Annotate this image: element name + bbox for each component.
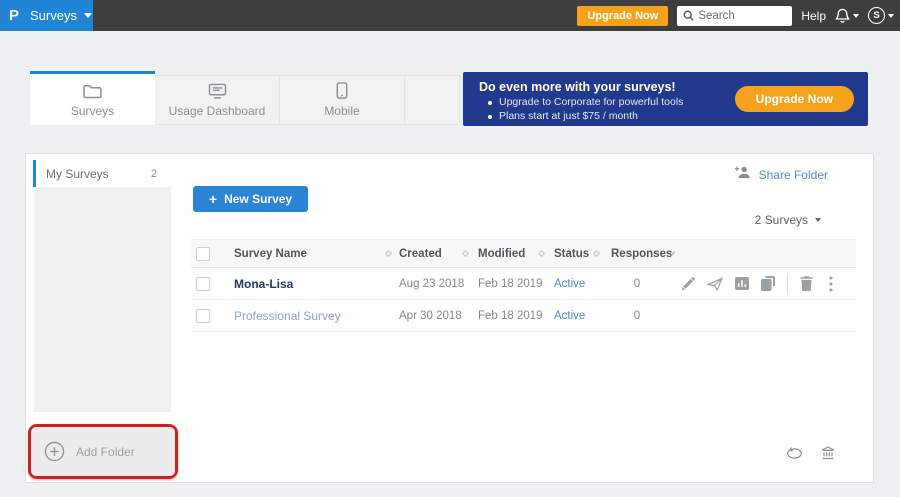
table-header-row: Survey Name Created Modified Status Resp… (191, 239, 856, 268)
archive-bank-icon[interactable] (821, 446, 835, 460)
folder-icon (83, 82, 102, 99)
new-survey-label: New Survey (224, 192, 292, 206)
chevron-down-icon (815, 218, 821, 222)
send-plane-icon[interactable] (707, 277, 723, 291)
upgrade-now-button[interactable]: Upgrade Now (577, 6, 668, 26)
annotation-highlight: Add Folder (28, 424, 178, 479)
table-row: Professional Survey Apr 30 2018 Feb 18 2… (191, 300, 856, 332)
copy-icon[interactable] (761, 276, 775, 291)
survey-name-link[interactable]: Mona-Lisa (234, 277, 293, 291)
tab-surveys[interactable]: Surveys (30, 71, 155, 125)
surveys-card: My Surveys 2 Add Folder Share Folder + N… (25, 153, 874, 483)
plus-icon: + (209, 191, 217, 207)
account-menu[interactable]: S (868, 7, 894, 24)
select-all-checkbox[interactable] (196, 247, 210, 261)
created-date: Apr 30 2018 (399, 310, 462, 322)
folder-count-badge: 2 (151, 168, 157, 180)
status-link[interactable]: Active (554, 278, 585, 290)
tab-strip: Surveys Usage Dashboard Mobile (30, 71, 460, 125)
person-plus-icon (734, 165, 751, 184)
notifications-menu[interactable] (835, 8, 859, 24)
responses-count: 0 (634, 310, 640, 322)
table-row: Mona-Lisa Aug 23 2018 Feb 18 2019 Active… (191, 268, 856, 300)
folder-list-panel (34, 187, 171, 412)
share-folder-label: Share Folder (759, 168, 828, 182)
sidebar-item-my-surveys[interactable]: My Surveys 2 (33, 160, 171, 187)
edit-pencil-icon[interactable] (681, 277, 695, 291)
promo-upgrade-button[interactable]: Upgrade Now (735, 86, 854, 112)
add-folder-button[interactable]: Add Folder (31, 427, 175, 476)
survey-name-link[interactable]: Professional Survey (234, 309, 341, 323)
folder-name: My Surveys (46, 167, 109, 181)
column-header-responses: Responses (611, 248, 672, 260)
surveys-table: Survey Name Created Modified Status Resp… (191, 239, 856, 332)
survey-count-label: 2 Surveys (755, 213, 808, 227)
sort-icon[interactable] (385, 250, 392, 257)
delete-trash-icon[interactable] (800, 276, 813, 291)
tab-label: Surveys (71, 104, 114, 118)
card-footer-icons (786, 446, 835, 460)
status-link[interactable]: Active (554, 310, 585, 322)
sort-icon[interactable] (593, 250, 600, 257)
actions-divider (787, 274, 788, 294)
column-header-status: Status (554, 248, 589, 260)
tab-strip-filler (405, 75, 460, 125)
chevron-down-icon (853, 14, 859, 18)
mobile-icon (336, 82, 348, 99)
product-menu-label: Surveys (30, 8, 77, 23)
column-header-modified: Modified (478, 248, 525, 260)
restore-icon[interactable] (786, 447, 804, 460)
plus-circle-icon (44, 441, 65, 462)
sort-icon[interactable] (671, 251, 676, 256)
brand-logo: P (9, 7, 19, 24)
avatar: S (868, 7, 885, 24)
tab-mobile[interactable]: Mobile (280, 75, 405, 125)
chevron-down-icon (888, 14, 894, 18)
survey-count-dropdown[interactable]: 2 Surveys (755, 213, 821, 227)
bell-icon (835, 8, 850, 24)
add-folder-label: Add Folder (76, 445, 135, 459)
help-link[interactable]: Help (801, 9, 826, 23)
top-bar: P Surveys Upgrade Now Help S (0, 0, 900, 31)
search-icon (683, 10, 694, 21)
row-checkbox[interactable] (196, 277, 210, 291)
column-header-created: Created (399, 248, 442, 260)
tab-label: Mobile (324, 104, 359, 118)
app-screen: P Surveys Upgrade Now Help S (0, 0, 900, 497)
tab-usage-dashboard[interactable]: Usage Dashboard (155, 75, 280, 125)
sort-icon[interactable] (538, 250, 545, 257)
row-checkbox[interactable] (196, 309, 210, 323)
share-folder-link[interactable]: Share Folder (734, 165, 828, 184)
tab-label: Usage Dashboard (169, 104, 266, 118)
column-header-survey-name: Survey Name (234, 248, 307, 260)
responses-count: 0 (634, 278, 640, 290)
product-menu[interactable]: P Surveys (0, 0, 93, 31)
more-options-kebab-icon[interactable] (829, 276, 833, 292)
created-date: Aug 23 2018 (399, 278, 464, 290)
search-input[interactable] (698, 10, 783, 22)
new-survey-button[interactable]: + New Survey (193, 186, 308, 212)
sort-icon[interactable] (462, 250, 469, 257)
modified-date: Feb 18 2019 (478, 278, 543, 290)
search-box[interactable] (677, 6, 792, 26)
promo-banner: Do even more with your surveys! Upgrade … (463, 72, 868, 126)
modified-date: Feb 18 2019 (478, 310, 543, 322)
dashboard-icon (208, 82, 227, 99)
chevron-down-icon (84, 13, 92, 18)
report-chart-icon[interactable] (735, 277, 749, 290)
